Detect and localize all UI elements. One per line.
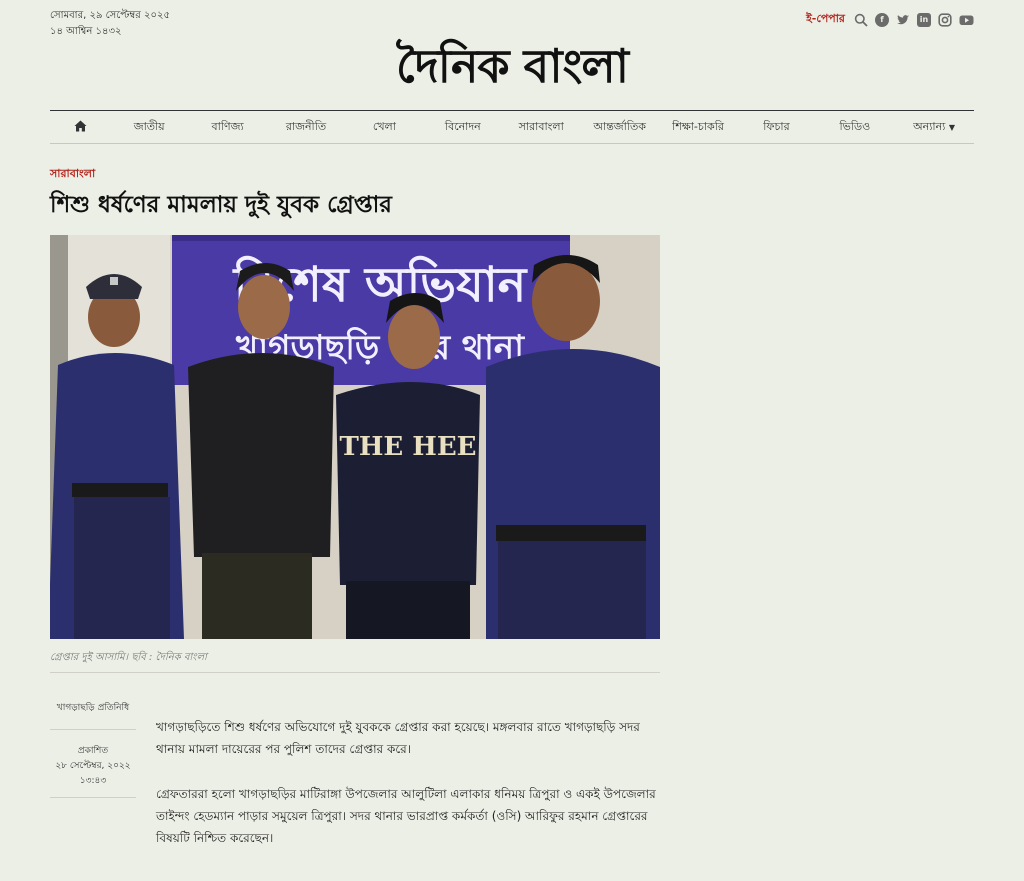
- published-label: প্রকাশিত: [77, 746, 109, 756]
- published-time: ১৩:৪৩: [79, 776, 107, 786]
- nav-item-more[interactable]: অন্যান্য ▼: [894, 118, 974, 137]
- linkedin-icon[interactable]: in: [917, 12, 931, 27]
- nav-item-national[interactable]: জাতীয়: [110, 118, 188, 137]
- publish-info: প্রকাশিত ২৮ সেপ্টেম্বর, ২০২২ ১৩:৪৩: [50, 730, 136, 798]
- twitter-icon[interactable]: [896, 13, 910, 27]
- nav-item-education-jobs[interactable]: শিক্ষা-চাকরি: [659, 118, 737, 137]
- nav-item-business[interactable]: বাণিজ্য: [188, 118, 266, 137]
- article-photo: বিশেষ অভিযান খাগড়াছড়ি সদর থানা THE HEE: [50, 235, 660, 639]
- author-name[interactable]: খাগড়াছড়ি প্রতিনিধি: [50, 700, 136, 730]
- caption-divider: [50, 672, 660, 673]
- main-nav: জাতীয় বাণিজ্য রাজনীতি খেলা বিনোদন সারাব…: [50, 110, 974, 144]
- facebook-icon[interactable]: f: [875, 12, 889, 27]
- nav-item-sports[interactable]: খেলা: [345, 118, 423, 137]
- search-icon[interactable]: [854, 13, 868, 27]
- caret-down-icon: ▼: [948, 122, 955, 132]
- body-paragraph: খাগড়াছড়িতে শিশু ধর্ষণের অভিযোগে দুই যু…: [156, 720, 640, 756]
- gregorian-date: সোমবার, ২৯ সেপ্টেম্বর ২০২৫: [50, 10, 170, 21]
- photo-caption: গ্রেপ্তার দুই আসামি। ছবি : দৈনিক বাংলা: [50, 652, 207, 663]
- nav-item-feature[interactable]: ফিচার: [737, 118, 815, 137]
- social-bar: ই-পেপার f in: [806, 10, 974, 29]
- article-body: খাগড়াছড়িতে শিশু ধর্ষণের অভিযোগে দুই যু…: [156, 716, 660, 872]
- home-icon: [74, 120, 86, 131]
- nav-item-politics[interactable]: রাজনীতি: [267, 118, 345, 137]
- article-meta: খাগড়াছড়ি প্রতিনিধি প্রকাশিত ২৮ সেপ্টেম…: [50, 700, 136, 798]
- site-logo[interactable]: দৈনিক বাংলা: [0, 34, 1024, 98]
- nav-item-entertainment[interactable]: বিনোদন: [424, 118, 502, 137]
- body-paragraph: গ্রেফতাররা হলো খাগড়াছড়ির মাটিরাঙ্গা উপ…: [156, 787, 656, 845]
- nav-item-video[interactable]: ভিডিও: [816, 118, 894, 137]
- article-headline: শিশু ধর্ষণের মামলায় দুই যুবক গ্রেপ্তার: [50, 192, 392, 218]
- nav-item-international[interactable]: আন্তর্জাতিক: [580, 118, 658, 137]
- epaper-link[interactable]: ই-পেপার: [806, 10, 845, 29]
- article-category[interactable]: সারাবাংলা: [50, 165, 95, 184]
- instagram-icon[interactable]: [938, 12, 952, 27]
- shirt-print: THE HEE: [340, 432, 477, 462]
- photo-illustration: বিশেষ অভিযান খাগড়াছড়ি সদর থানা THE HEE: [50, 235, 660, 639]
- nav-item-countrywide[interactable]: সারাবাংলা: [502, 118, 580, 137]
- nav-home[interactable]: [50, 120, 110, 135]
- nav-more-label: অন্যান্য: [913, 119, 946, 133]
- published-date: ২৮ সেপ্টেম্বর, ২০২২: [55, 761, 131, 771]
- youtube-icon[interactable]: [959, 13, 974, 27]
